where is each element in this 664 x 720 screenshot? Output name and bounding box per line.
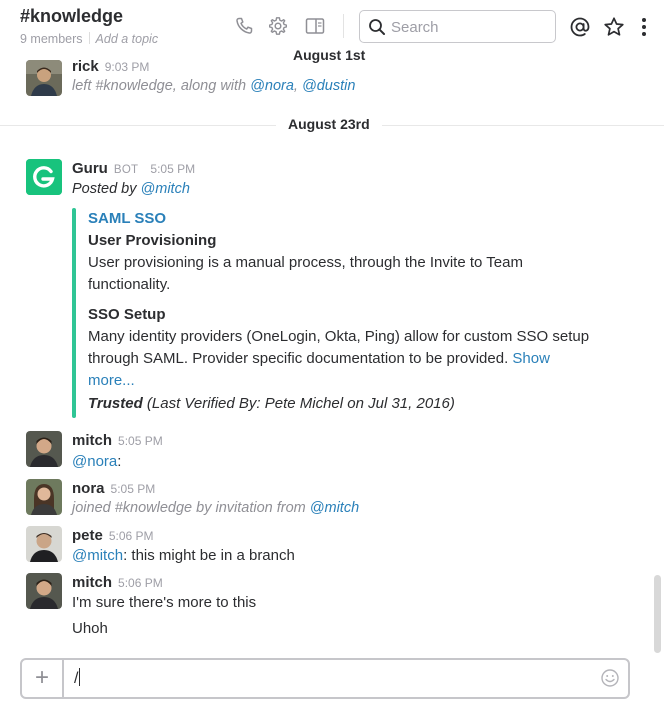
search-input[interactable]: Search	[391, 19, 439, 36]
gear-icon[interactable]	[268, 16, 288, 36]
message-text: @nora:	[72, 453, 122, 470]
avatar[interactable]	[26, 431, 62, 467]
plus-icon[interactable]: +	[22, 660, 64, 697]
posted-by: Posted by @mitch	[72, 181, 190, 197]
user-mention[interactable]: @dustin	[302, 78, 355, 94]
attachment-accent-bar	[72, 208, 76, 418]
message-author[interactable]: pete 5:06 PM	[72, 527, 154, 544]
channel-meta: 9 members Add a topic	[20, 32, 158, 46]
header-divider	[343, 14, 344, 38]
message-timestamp[interactable]: 9:03 PM	[105, 60, 150, 74]
message-timestamp[interactable]: 5:06 PM	[109, 529, 154, 543]
message-author[interactable]: nora 5:05 PM	[72, 480, 155, 497]
system-message: joined #knowledge by invitation from @mi…	[72, 500, 360, 516]
phone-icon[interactable]	[234, 16, 254, 36]
attachment-heading: User Provisioning	[88, 232, 217, 249]
user-mention[interactable]: @mitch	[72, 547, 123, 564]
user-mention[interactable]: @nora	[72, 453, 117, 470]
mention-icon[interactable]	[569, 16, 591, 43]
search-box[interactable]: Search	[359, 10, 556, 43]
message-author[interactable]: mitch 5:05 PM	[72, 432, 163, 449]
attachment-text: functionality.	[88, 276, 171, 293]
message-timestamp[interactable]: 5:05 PM	[118, 434, 163, 448]
search-icon	[368, 18, 386, 36]
avatar[interactable]	[26, 479, 62, 515]
star-icon[interactable]	[603, 16, 625, 43]
show-more-link[interactable]: Show	[512, 350, 550, 367]
message-text: I'm sure there's more to this	[72, 594, 257, 611]
emoji-icon[interactable]	[600, 668, 620, 688]
attachment-heading: SSO Setup	[88, 306, 166, 323]
message-text: Uhoh	[72, 620, 108, 637]
channel-name[interactable]: #knowledge	[20, 6, 123, 27]
trusted-label: Trusted	[88, 395, 143, 412]
avatar[interactable]	[26, 526, 62, 562]
member-count[interactable]: 9 members	[20, 32, 83, 46]
bot-badge: BOT	[113, 164, 139, 176]
system-message: left #knowledge, along with @nora, @dust…	[72, 78, 356, 94]
user-mention[interactable]: @nora	[250, 78, 294, 94]
message-timestamp[interactable]: 5:06 PM	[118, 576, 163, 590]
meta-divider	[88, 32, 90, 44]
message-timestamp[interactable]: 5:05 PM	[111, 482, 156, 496]
sidebar-toggle-icon[interactable]	[305, 16, 325, 36]
message-input[interactable]: /	[74, 668, 81, 688]
more-icon[interactable]	[640, 16, 648, 43]
message-text: @mitch: this might be in a branch	[72, 547, 295, 564]
avatar[interactable]	[26, 60, 62, 96]
avatar[interactable]	[26, 159, 62, 195]
avatar[interactable]	[26, 573, 62, 609]
message-author[interactable]: mitch 5:06 PM	[72, 574, 163, 591]
attachment-text: User provisioning is a manual process, t…	[88, 254, 523, 271]
user-mention[interactable]: @mitch	[310, 500, 359, 516]
attachment-title[interactable]: SAML SSO	[88, 210, 166, 227]
message-list: August 1st rick 9:03 PM left #knowledge, …	[0, 47, 664, 656]
show-more-link[interactable]: more...	[88, 372, 135, 389]
scrollbar[interactable]	[654, 575, 661, 653]
add-topic-link[interactable]: Add a topic	[96, 32, 159, 46]
message-timestamp[interactable]: 5:05 PM	[150, 162, 195, 176]
message-composer: + /	[20, 658, 630, 699]
message-author[interactable]: rick 9:03 PM	[72, 58, 149, 75]
day-label: August 23rd	[276, 116, 382, 132]
text-caret	[79, 668, 81, 686]
attachment-text: through SAML. Provider specific document…	[88, 350, 550, 367]
message-author[interactable]: Guru BOT 5:05 PM	[72, 160, 195, 177]
day-label: August 1st	[281, 47, 378, 63]
attachment-text: Many identity providers (OneLogin, Okta,…	[88, 328, 590, 345]
attachment-footer: Trusted (Last Verified By: Pete Michel o…	[88, 395, 455, 412]
user-mention[interactable]: @mitch	[141, 181, 190, 197]
